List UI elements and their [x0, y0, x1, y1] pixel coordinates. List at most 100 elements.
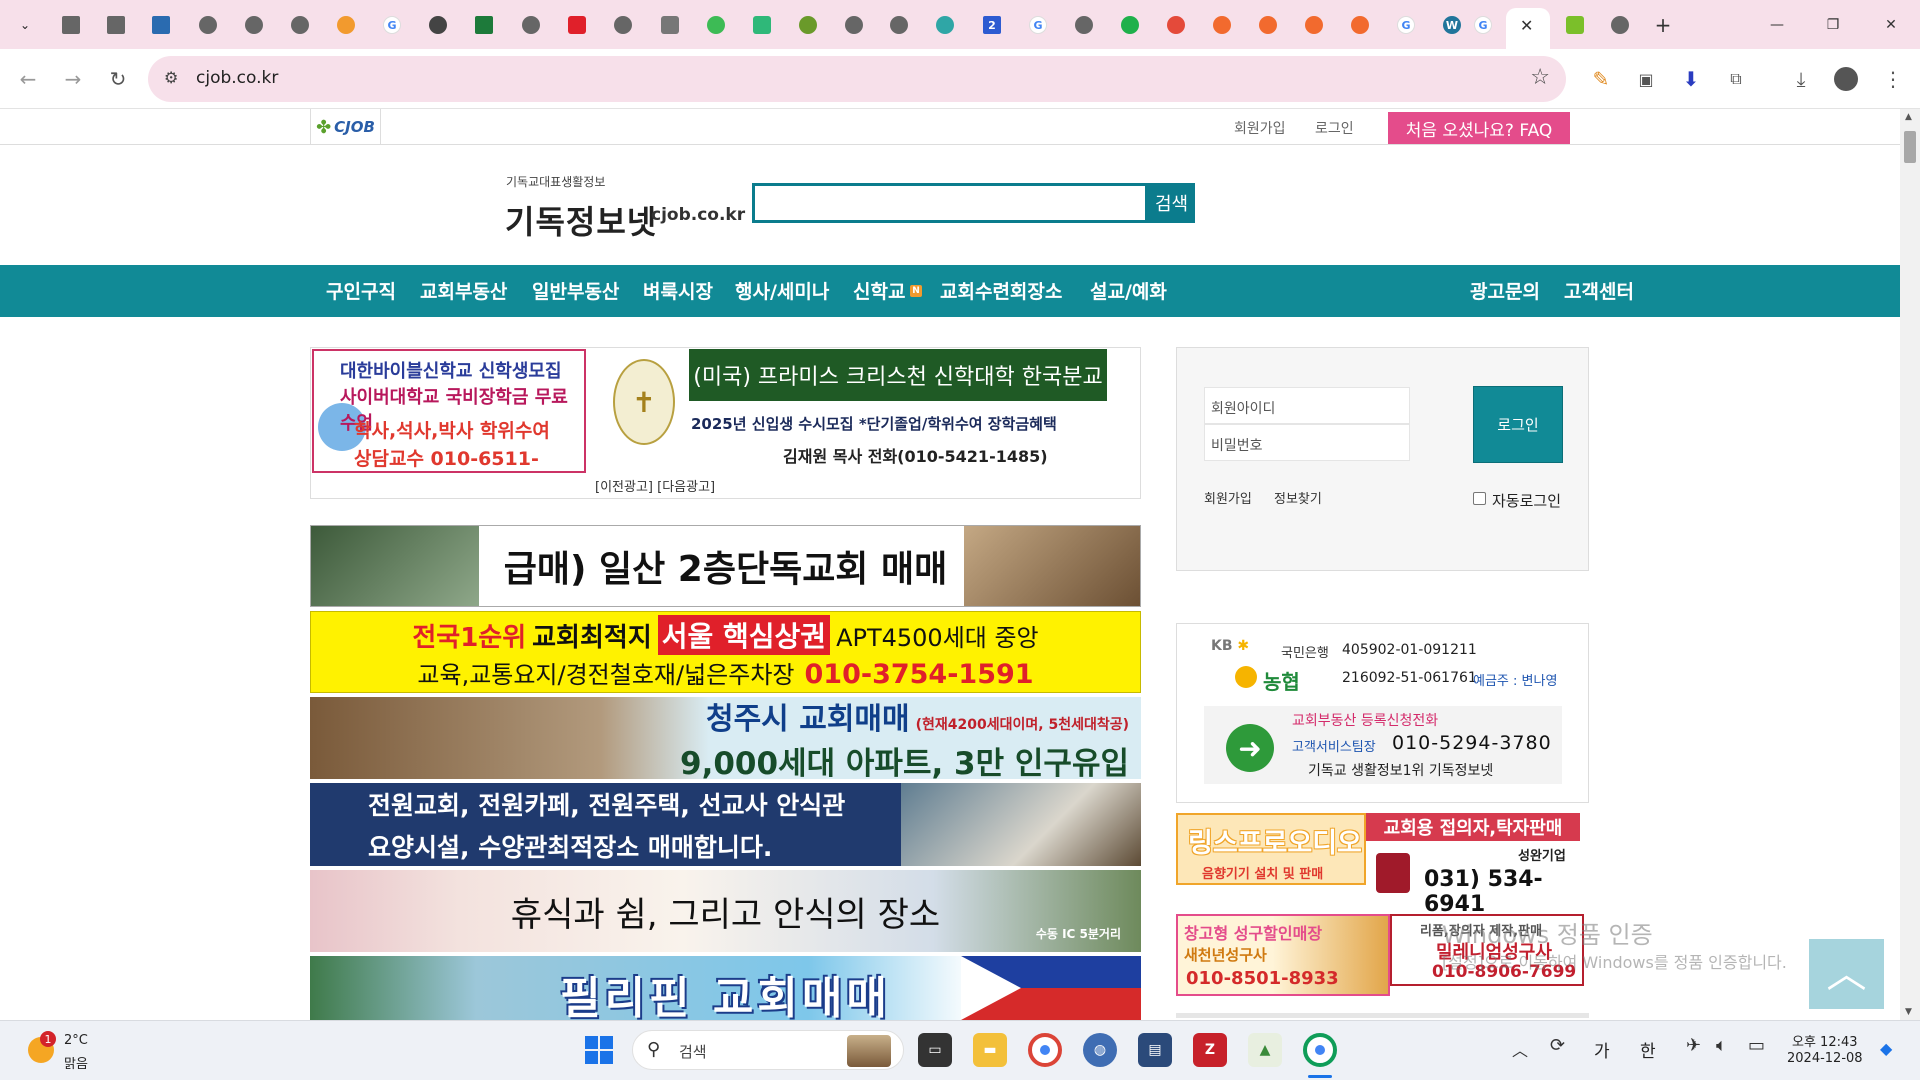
side-ad-church-supplies[interactable]: 창고형 성구할인매장 새천년성구사 010-8501-8933 — [1176, 914, 1390, 996]
reload-button[interactable]: ↻ — [103, 64, 133, 94]
app-button-terminal[interactable]: ▤ — [1138, 1033, 1172, 1067]
tab-20[interactable] — [930, 10, 960, 40]
banner-cheongju-church[interactable]: 청주시 교회매매 (현재4200세대이며, 5천세대착공) 9,000세대 아파… — [310, 697, 1141, 779]
tab-13[interactable] — [608, 10, 638, 40]
find-info-link[interactable]: 정보찾기 — [1274, 488, 1322, 507]
back-button[interactable]: ← — [13, 64, 43, 94]
ime-indicator[interactable]: 가 — [1594, 1037, 1610, 1062]
downloads-button[interactable]: ⤓ — [1786, 64, 1816, 94]
nav-item-general-realestate[interactable]: 일반부동산 — [532, 277, 619, 304]
extension-pen-button[interactable]: ✎ — [1586, 64, 1616, 94]
tab-22[interactable]: G — [1023, 10, 1053, 40]
nav-item-jobs[interactable]: 구인구직 — [326, 277, 396, 304]
tab-31[interactable]: W — [1437, 10, 1467, 40]
tab-3[interactable] — [146, 10, 176, 40]
tab-14[interactable] — [655, 10, 685, 40]
tab-11[interactable] — [516, 10, 546, 40]
nav-item-events[interactable]: 행사/세미나 — [735, 277, 829, 304]
battery-icon[interactable]: ▭ — [1748, 1035, 1765, 1056]
tab-33[interactable] — [1560, 10, 1590, 40]
new-tab-button[interactable]: + — [1648, 10, 1678, 40]
banner-country-property[interactable]: 전원교회, 전원카페, 전원주택, 선교사 안식관 요양시설, 수양관최적장소 … — [310, 783, 1141, 866]
chrome-app-button[interactable] — [1028, 1033, 1062, 1067]
tab-25[interactable] — [1161, 10, 1191, 40]
top-login-link[interactable]: 로그인 — [1315, 118, 1354, 138]
password-input[interactable]: 비밀번호 — [1204, 424, 1410, 461]
back-to-top-button[interactable]: ︿ — [1809, 939, 1884, 1009]
minimize-button[interactable]: — — [1762, 10, 1792, 40]
app-button-image[interactable]: ▲ — [1248, 1033, 1282, 1067]
tab-21[interactable]: 2 — [977, 10, 1007, 40]
tab-19[interactable] — [884, 10, 914, 40]
weather-widget[interactable]: 1 2°C 맑음 — [24, 1029, 114, 1073]
tab-29[interactable] — [1345, 10, 1375, 40]
tab-2[interactable] — [101, 10, 131, 40]
cs-box[interactable]: ➜ 교회부동산 등록신청전화 고객서비스팀장 010-5294-3780 기독교… — [1204, 706, 1562, 784]
banner-philippines-church[interactable]: 필리핀 교회매매 — [310, 956, 1141, 1020]
ad-bible-seminary[interactable]: 대한바이블신학교 신학생모집 사이버대학교 국비장학금 무료수업 학사,석사,박… — [312, 349, 586, 473]
app-button-globe[interactable]: ◍ — [1083, 1033, 1117, 1067]
search-button[interactable]: 검색 — [1148, 183, 1195, 223]
site-name[interactable]: 기독정보넷 — [505, 197, 657, 243]
tab-23[interactable] — [1069, 10, 1099, 40]
faq-button[interactable]: 처음 오셨나요? FAQ — [1388, 112, 1570, 144]
scrollbar-thumb[interactable] — [1904, 131, 1916, 163]
tab-32[interactable]: G — [1468, 10, 1498, 40]
nav-item-church-realestate[interactable]: 교회부동산 — [420, 277, 507, 304]
close-window-button[interactable]: ✕ — [1876, 10, 1906, 40]
tab-9[interactable] — [423, 10, 453, 40]
chrome-active-button[interactable] — [1303, 1033, 1337, 1067]
forward-button[interactable]: → — [58, 64, 88, 94]
site-logo[interactable]: ✤ CJOB — [310, 109, 381, 145]
tab-search-icon[interactable]: ⌄ — [10, 10, 40, 40]
tab-26[interactable] — [1207, 10, 1237, 40]
tab-8[interactable]: G — [377, 10, 407, 40]
search-input[interactable] — [752, 183, 1148, 223]
show-hidden-icons[interactable]: ︿ — [1512, 1037, 1528, 1061]
tab-12[interactable] — [562, 10, 592, 40]
ime-mode[interactable]: 한 — [1640, 1037, 1656, 1062]
taskbar-search[interactable]: ⚲ 검색 — [632, 1030, 904, 1070]
tab-27[interactable] — [1253, 10, 1283, 40]
notification-bell-icon[interactable]: ◆ — [1880, 1039, 1892, 1058]
address-bar[interactable]: ⚙ cjob.co.kr ☆ — [148, 56, 1566, 102]
tab-4[interactable] — [193, 10, 223, 40]
bookmark-star-icon[interactable]: ☆ — [1530, 65, 1550, 90]
restore-button[interactable]: ❐ — [1818, 10, 1848, 40]
profile-button[interactable] — [1831, 64, 1861, 94]
tab-7[interactable] — [331, 10, 361, 40]
banner-rest-place[interactable]: 휴식과 쉼, 그리고 안식의 장소 수동 IC 5분거리 — [310, 870, 1141, 952]
tab-30[interactable]: G — [1391, 10, 1421, 40]
nav-item-ad-inquiry[interactable]: 광고문의 — [1470, 277, 1540, 304]
menu-button[interactable]: ⋮ — [1878, 64, 1908, 94]
airplane-icon[interactable]: ✈ — [1686, 1035, 1701, 1056]
nav-item-sermons[interactable]: 설교/예화 — [1090, 277, 1167, 304]
banner-ilsan-church[interactable]: 급매) 일산 2층단독교회 매매 — [310, 525, 1141, 607]
tab-24[interactable] — [1115, 10, 1145, 40]
page-scrollbar[interactable]: ▲ ▼ — [1900, 109, 1920, 1020]
tab-16[interactable] — [747, 10, 777, 40]
tab-6[interactable] — [285, 10, 315, 40]
volume-icon[interactable]: 🔈︎ — [1716, 1035, 1727, 1056]
tab-5[interactable] — [239, 10, 269, 40]
member-id-input[interactable]: 회원아이디 — [1204, 387, 1410, 424]
close-icon[interactable]: ✕ — [1520, 16, 1533, 35]
tab-10[interactable] — [469, 10, 499, 40]
tab-17[interactable] — [793, 10, 823, 40]
clock-date[interactable]: 2024-12-08 — [1787, 1051, 1863, 1066]
side-ad-folding-chairs[interactable]: 교회용 접의자,탁자판매 성완기업 031) 534-6941 — [1366, 813, 1580, 917]
task-view-button[interactable]: ▭ — [918, 1033, 952, 1067]
scroll-down-icon[interactable]: ▼ — [1905, 1007, 1912, 1017]
banner-seoul-church[interactable]: 전국1순위 교회최적지 서울 핵심상권 APT4500세대 중앙 교육,교통요지… — [310, 611, 1141, 693]
extension-download-button[interactable]: ⬇ — [1676, 64, 1706, 94]
login-button[interactable]: 로그인 — [1473, 386, 1563, 463]
file-explorer-button[interactable]: ▬ — [973, 1033, 1007, 1067]
nav-item-retreat-places[interactable]: 교회수련회장소 — [940, 277, 1062, 304]
tab-1[interactable] — [56, 10, 86, 40]
ad-promise-seminary[interactable]: ✝ (미국) 프라미스 크리스천 신학대학 한국분교 2025년 신입생 수시모… — [613, 349, 1133, 473]
active-tab[interactable]: ✕ — [1506, 8, 1550, 49]
nav-item-flea-market[interactable]: 벼룩시장 — [643, 277, 713, 304]
auto-login-checkbox[interactable] — [1473, 492, 1486, 505]
extension-button[interactable]: ▣ — [1631, 64, 1661, 94]
side-ad-rinx-audio[interactable]: 링스프로오디오 음향기기 설치 및 판매 — [1176, 813, 1366, 885]
